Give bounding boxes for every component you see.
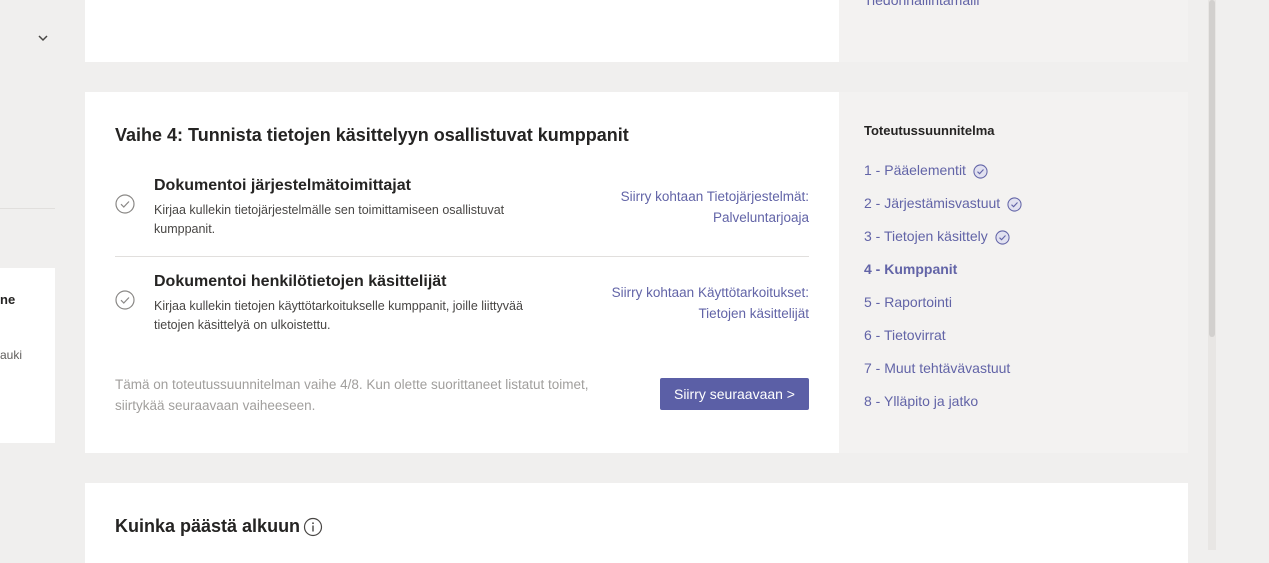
plan-list: 1 - Pääelementit 2 - Järjestämisvastuut … xyxy=(864,162,1022,426)
plan-item-7[interactable]: 7 - Muut tehtävävastuut xyxy=(864,360,1022,393)
info-icon[interactable] xyxy=(303,517,323,537)
task-description: Kirjaa kullekin tietojen käyttötarkoituk… xyxy=(154,299,523,332)
check-circle-icon xyxy=(115,194,135,214)
left-card-title: ne xyxy=(0,292,16,307)
plan-item-label: 3 - Tietojen käsittely xyxy=(864,228,988,244)
getting-started-title: Kuinka päästä alkuun xyxy=(115,516,301,536)
left-pane-divider xyxy=(0,208,55,209)
scrollbar-thumb[interactable] xyxy=(1209,0,1215,337)
previous-step-side: Tiedonhallintamalli xyxy=(839,0,1188,62)
left-pane-card: ne auki xyxy=(0,268,55,443)
plan-item-label: 1 - Pääelementit xyxy=(864,162,966,178)
task-item: Dokumentoi henkilötietojen käsittelijät … xyxy=(115,272,809,352)
plan-title: Toteutussuunnitelma xyxy=(864,123,995,138)
check-circle-icon xyxy=(973,164,988,179)
task-description: Kirjaa kullekin tietojärjestelmälle sen … xyxy=(154,203,505,236)
plan-item-label: 7 - Muut tehtävävastuut xyxy=(864,360,1011,376)
chevron-down-icon[interactable] xyxy=(35,28,51,48)
task-item: Dokumentoi järjestelmätoimittajat Kirjaa… xyxy=(115,176,809,257)
plan-item-2[interactable]: 2 - Järjestämisvastuut xyxy=(864,195,1022,228)
plan-item-3[interactable]: 3 - Tietojen käsittely xyxy=(864,228,1022,261)
previous-step-card: Tiedonhallintamalli xyxy=(85,0,1188,62)
step-progress-note: Tämä on toteutussuunnitelman vaihe 4/8. … xyxy=(115,377,589,413)
check-circle-icon xyxy=(1007,197,1022,212)
task-title: Dokumentoi henkilötietojen käsittelijät xyxy=(154,273,447,290)
plan-item-label: 2 - Järjestämisvastuut xyxy=(864,195,1001,211)
task-link[interactable]: Siirry kohtaan Tietojärjestelmät: Palvel… xyxy=(569,186,809,228)
plan-sidebar: Toteutussuunnitelma 1 - Pääelementit 2 -… xyxy=(839,92,1188,453)
plan-item-label: 5 - Raportointi xyxy=(864,294,952,310)
plan-item-5[interactable]: 5 - Raportointi xyxy=(864,294,1022,327)
check-circle-icon xyxy=(995,230,1010,245)
plan-item-1[interactable]: 1 - Pääelementit xyxy=(864,162,1022,195)
task-link[interactable]: Siirry kohtaan Käyttötarkoitukset: Tieto… xyxy=(569,282,809,324)
next-step-button[interactable]: Siirry seuraavaan > xyxy=(660,378,809,410)
step-card: Vaihe 4: Tunnista tietojen käsittelyyn o… xyxy=(85,92,1188,453)
left-card-text: auki xyxy=(0,348,23,362)
task-title: Dokumentoi järjestelmätoimittajat xyxy=(154,177,411,194)
plan-item-label: 4 - Kumppanit xyxy=(864,261,958,277)
check-circle-icon xyxy=(115,290,135,310)
plan-item-label: 6 - Tietovirrat xyxy=(864,327,946,343)
plan-item-8[interactable]: 8 - Ylläpito ja jatko xyxy=(864,393,1022,426)
left-pane-top xyxy=(0,0,55,208)
left-pane: ne auki xyxy=(0,0,55,550)
plan-item-4[interactable]: 4 - Kumppanit xyxy=(864,261,1022,294)
previous-step-link[interactable]: Tiedonhallintamalli xyxy=(864,0,979,8)
plan-item-label: 8 - Ylläpito ja jatko xyxy=(864,393,979,409)
plan-item-6[interactable]: 6 - Tietovirrat xyxy=(864,327,1022,360)
step-title: Vaihe 4: Tunnista tietojen käsittelyyn o… xyxy=(115,125,629,145)
step-content: Vaihe 4: Tunnista tietojen käsittelyyn o… xyxy=(115,92,809,453)
getting-started-card: Kuinka päästä alkuun xyxy=(85,483,1188,563)
